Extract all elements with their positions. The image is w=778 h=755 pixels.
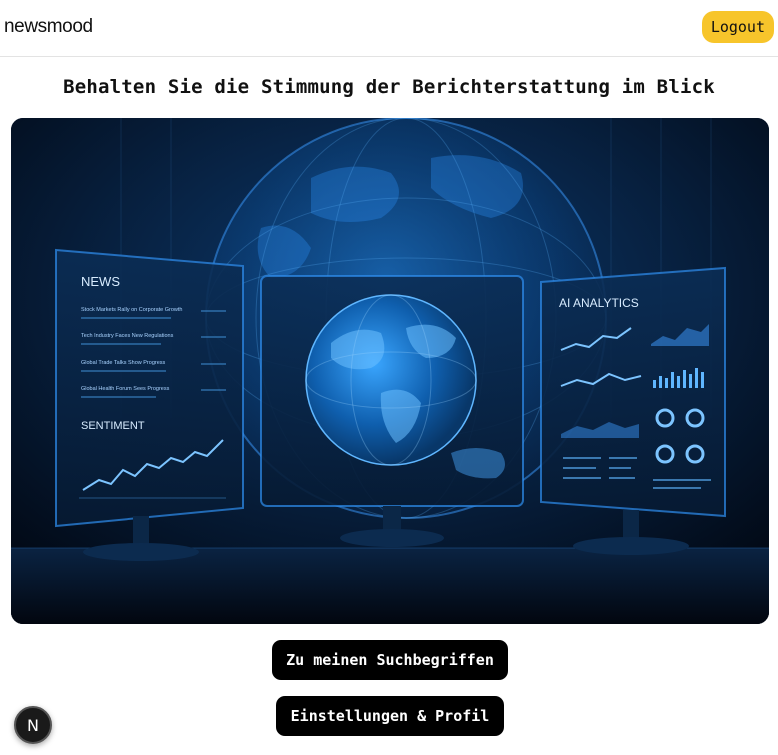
top-bar: newsmood Logout <box>0 0 778 57</box>
keywords-button[interactable]: Zu meinen Suchbegriffen <box>272 640 508 680</box>
page-headline: Behalten Sie die Stimmung der Berichters… <box>63 76 715 98</box>
news-item: Global Health Forum Sees Progress <box>81 386 170 392</box>
news-item: Stock Markets Rally on Corporate Growth <box>81 307 182 313</box>
sentiment-section-title: SENTIMENT <box>81 420 145 432</box>
logout-button[interactable]: Logout <box>701 11 774 43</box>
nextjs-logo-icon: N <box>27 715 39 735</box>
news-panel-title: NEWS <box>81 274 120 289</box>
center-monitor <box>260 275 524 547</box>
nextjs-dev-badge[interactable]: N <box>14 706 52 744</box>
settings-profile-button[interactable]: Einstellungen & Profil <box>276 696 504 736</box>
brand-logo[interactable]: newsmood <box>4 16 93 38</box>
ai-analytics-title: AI ANALYTICS <box>559 296 639 310</box>
hero-image: NEWS Stock Markets Rally on Corporate Gr… <box>11 118 769 624</box>
news-item: Global Trade Talks Show Progress <box>81 360 166 366</box>
hero-illustration: NEWS Stock Markets Rally on Corporate Gr… <box>11 118 769 624</box>
news-item: Tech Industry Faces New Regulations <box>81 333 174 339</box>
